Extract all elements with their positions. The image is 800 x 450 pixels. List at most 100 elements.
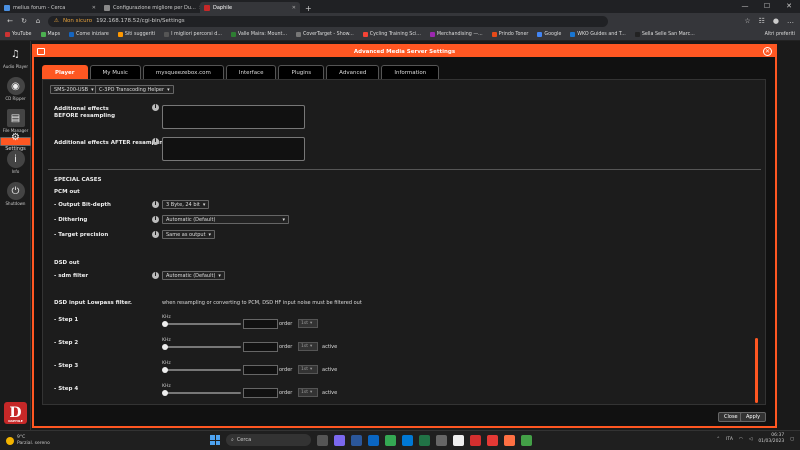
sidebar-item-audio-player[interactable]: ♫ Audio Player [0,41,31,73]
bookmark-item[interactable]: Maps [40,32,60,37]
bookmark-item[interactable]: Valle Maira: Mount... [230,32,287,37]
browser-tab-active[interactable]: Daphile ✕ [200,2,300,13]
dithering-select[interactable]: Automatic (Default) ▾ [162,215,289,224]
home-icon[interactable]: ⌂ [34,17,42,25]
info-icon[interactable]: i [152,272,159,279]
edge-icon[interactable] [368,434,379,446]
frequency-input[interactable] [243,342,278,352]
close-icon[interactable]: ✕ [292,5,296,11]
close-window-icon[interactable]: ✕ [778,0,800,12]
new-tab-button[interactable]: + [300,4,317,13]
bookmark-item[interactable]: Cycling Training Sci... [362,32,421,37]
url-field[interactable]: ⚠ Non sicuro 192.168.178.52/cgi-bin/Sett… [48,15,608,27]
order-select[interactable]: 1st ▾ [298,342,318,351]
info-icon[interactable]: i [152,201,159,208]
slider-knob[interactable] [162,344,168,350]
bit-depth-select[interactable]: 3 Byte, 24 bit ▾ [162,200,210,209]
slider-track[interactable] [164,323,241,325]
tab-mysqueezebox-com[interactable]: mysqueezebox.com [142,65,224,79]
clock[interactable]: 06:37 01/03/2023 [758,433,784,445]
bookmark-item[interactable]: Prindo Toner [491,32,528,37]
sidebar-item-shutdown[interactable]: ⏻ Shutdown [0,178,31,210]
sidebar-item-cd-ripper[interactable]: ◉ CD Ripper [0,73,31,105]
bookmark-item[interactable]: Come iniziare [69,32,109,37]
order-select[interactable]: 1st ▾ [298,319,318,328]
browser-tab[interactable]: melius forum - Cerca ✕ [0,2,100,13]
info-icon[interactable]: i [152,104,159,111]
app-icon[interactable] [470,434,481,446]
chevron-up-icon[interactable]: ⌃ [716,437,720,442]
effects-before-input[interactable] [162,105,305,129]
bookmark-item[interactable]: Merchandising —... [429,32,483,37]
slider-knob[interactable] [162,367,168,373]
scrollbar-thumb[interactable] [755,338,758,403]
bookmark-item[interactable]: Google [537,32,561,37]
frequency-input[interactable] [243,388,278,398]
browser-tab[interactable]: Configurazione migliore per Du...✕ [100,2,200,13]
tab-player[interactable]: Player [42,65,88,79]
other-bookmarks[interactable]: Altri preferiti [765,32,795,37]
wifi-icon[interactable]: ◠ [739,437,743,442]
slider-knob[interactable] [162,390,168,396]
language-indicator[interactable]: ITA [726,437,733,442]
effects-after-input[interactable] [162,137,305,161]
bookmark-item[interactable]: I migliori percorsi d... [164,32,222,37]
sdm-filter-select[interactable]: Automatic (Default) ▾ [162,271,225,280]
refresh-icon[interactable]: ↻ [20,17,28,25]
tab-information[interactable]: Information [381,65,440,79]
bookmark-item[interactable]: Siti suggeriti [117,32,155,37]
frequency-input[interactable] [243,365,278,375]
bookmark-item[interactable]: CoverTarget - Show... [295,32,354,37]
back-icon[interactable]: ← [6,17,14,25]
volume-icon[interactable]: ◁ [749,437,752,442]
maximize-icon[interactable]: ☐ [756,0,778,12]
app-icon[interactable] [436,434,447,446]
slider-knob[interactable] [162,321,168,327]
task-view-icon[interactable] [317,434,328,446]
active-label[interactable]: active [322,390,337,396]
bookmark-item[interactable]: YouTube [5,32,32,37]
weather-widget[interactable]: 9°C Parzial. sereno [0,435,180,447]
tab-interface[interactable]: Interface [225,65,277,79]
bookmark-item[interactable]: Sella Selle San Marc... [634,32,695,37]
chat-icon[interactable] [334,434,345,446]
excel-icon[interactable] [419,434,430,446]
word-icon[interactable] [351,434,362,446]
tab-advanced[interactable]: Advanced [326,65,380,79]
info-icon[interactable]: i [152,216,159,223]
player-select[interactable]: SMS-200-USB ▾ [50,85,98,94]
apply-button[interactable]: Apply [740,412,767,422]
profile-icon[interactable]: ● [773,17,779,25]
active-label[interactable]: active [322,367,337,373]
tab-my-music[interactable]: My Music [89,65,141,79]
notification-icon[interactable]: ◻ [790,437,794,442]
favorites-icon[interactable]: ☷ [759,17,765,25]
active-label[interactable]: active [322,344,337,350]
windows-start-icon[interactable] [210,435,220,445]
bookmark-item[interactable]: WKO Guides and T... [570,32,626,37]
info-icon[interactable]: i [152,231,159,238]
dialog-close-icon[interactable]: ✕ [763,47,772,56]
info-icon[interactable]: i [152,138,159,145]
order-select[interactable]: 1st ▾ [298,388,318,397]
opera-icon[interactable] [487,434,498,446]
app-icon[interactable] [453,434,464,446]
order-select[interactable]: 1st ▾ [298,365,318,374]
tab-plugins[interactable]: Plugins [278,65,325,79]
more-icon[interactable]: … [787,17,794,25]
frequency-input[interactable] [243,319,278,329]
app-icon[interactable] [504,434,515,446]
slider-track[interactable] [164,346,241,348]
close-icon[interactable]: ✕ [92,5,96,11]
outlook-icon[interactable] [402,434,413,446]
chrome-icon[interactable] [385,434,396,446]
star-icon[interactable]: ☆ [744,17,750,25]
app-icon[interactable] [521,434,532,446]
sidebar-item-settings[interactable]: ⚙ Settings [0,132,31,152]
taskbar-search[interactable]: ⌕ Cerca [226,434,311,446]
slider-track[interactable] [164,369,241,371]
target-precision-select[interactable]: Same as output ▾ [162,230,216,239]
helper-select[interactable]: C-3PO Transcoding Helper ▾ [95,85,174,94]
minimize-icon[interactable]: — [734,0,756,12]
slider-track[interactable] [164,392,241,394]
